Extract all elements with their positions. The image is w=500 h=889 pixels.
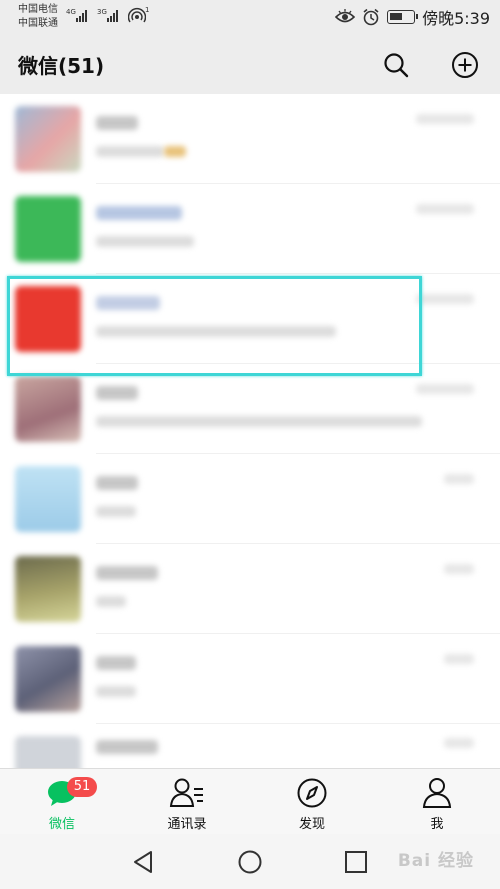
chat-time	[444, 738, 474, 748]
hotspot-icon	[128, 7, 146, 23]
avatar	[15, 466, 81, 532]
chat-name	[96, 116, 138, 130]
chat-name	[96, 656, 136, 670]
chat-row[interactable]	[0, 184, 500, 274]
chat-name	[96, 386, 138, 400]
chat-list[interactable]	[0, 94, 500, 768]
chat-time	[416, 294, 474, 304]
tab-me[interactable]: 我	[382, 775, 492, 833]
chat-row[interactable]	[0, 544, 500, 634]
chat-time	[444, 564, 474, 574]
carrier-1: 中国电信	[18, 4, 58, 15]
chat-name	[96, 206, 182, 220]
avatar	[15, 736, 81, 768]
chat-preview	[96, 146, 164, 157]
network-type-1: 4G	[66, 8, 76, 16]
avatar	[15, 106, 81, 172]
chat-row[interactable]	[0, 94, 500, 184]
watermark: Bai 经验	[397, 851, 474, 871]
tab-label: 我	[430, 817, 444, 832]
tab-wechat[interactable]: 微信 51	[7, 775, 117, 833]
tab-contacts[interactable]: 通讯录	[132, 775, 242, 833]
hotspot-count: 1	[145, 6, 150, 14]
carrier-2: 中国联通	[18, 18, 58, 29]
contacts-icon	[132, 775, 242, 811]
tab-label: 发现	[298, 817, 325, 832]
chat-preview	[96, 236, 194, 247]
chat-preview	[96, 686, 136, 697]
avatar	[15, 556, 81, 622]
search-icon	[384, 53, 409, 78]
app-header: 微信(51)	[0, 36, 500, 94]
chat-preview	[96, 416, 422, 427]
chat-row[interactable]	[0, 274, 500, 364]
chat-time	[444, 474, 474, 484]
chat-row[interactable]	[0, 724, 500, 768]
chat-preview	[96, 326, 336, 337]
circle-home-icon	[238, 850, 262, 874]
chat-name	[96, 296, 160, 310]
chat-name	[96, 476, 138, 490]
chat-time	[416, 384, 474, 394]
avatar	[15, 286, 81, 352]
chat-name	[96, 566, 158, 580]
chat-preview	[96, 506, 136, 517]
system-nav-bar: Bai 经验	[0, 834, 500, 889]
chat-time	[444, 654, 474, 664]
plus-circle-icon	[452, 52, 478, 78]
unread-badge: 51	[67, 777, 97, 797]
chat-row[interactable]	[0, 364, 500, 454]
square-recents-icon	[345, 851, 367, 873]
back-button[interactable]	[128, 847, 158, 877]
network-type-2: 3G	[97, 8, 107, 16]
status-right: 傍晚5:39	[335, 6, 490, 28]
phone-screen: 中国电信 中国联通 4G 3G 1 傍晚5:39 微信(51) 微信 51 通讯…	[0, 0, 500, 889]
compass-icon	[257, 775, 367, 811]
chat-row[interactable]	[0, 454, 500, 544]
avatar	[15, 196, 81, 262]
chat-preview	[96, 596, 126, 607]
tab-label: 微信	[48, 817, 75, 832]
home-button[interactable]	[235, 847, 265, 877]
avatar	[15, 646, 81, 712]
tab-label: 通讯录	[167, 817, 207, 832]
add-button[interactable]	[449, 49, 481, 81]
triangle-back-icon	[134, 851, 152, 873]
emoji-icon	[164, 146, 186, 157]
status-time: 傍晚5:39	[422, 9, 490, 28]
tab-discover[interactable]: 发现	[257, 775, 367, 833]
page-title: 微信(51)	[18, 54, 105, 78]
carrier-labels: 中国电信 中国联通	[18, 3, 58, 31]
avatar	[15, 376, 81, 442]
status-bar: 中国电信 中国联通 4G 3G 1 傍晚5:39	[0, 0, 500, 36]
person-icon	[382, 775, 492, 811]
alarm-icon	[363, 8, 379, 26]
battery-icon	[387, 10, 419, 24]
chat-time	[416, 204, 474, 214]
chat-time	[416, 114, 474, 124]
bottom-tab-bar: 微信 51 通讯录 发现 我	[0, 768, 500, 834]
chat-name	[96, 740, 158, 754]
chat-bubble-icon	[7, 775, 117, 811]
chat-row[interactable]	[0, 634, 500, 724]
eye-icon	[335, 9, 356, 23]
signal-bars-1-icon	[76, 8, 87, 22]
recents-button[interactable]	[341, 847, 371, 877]
search-button[interactable]	[380, 49, 412, 81]
signal-bars-2-icon	[107, 8, 118, 22]
